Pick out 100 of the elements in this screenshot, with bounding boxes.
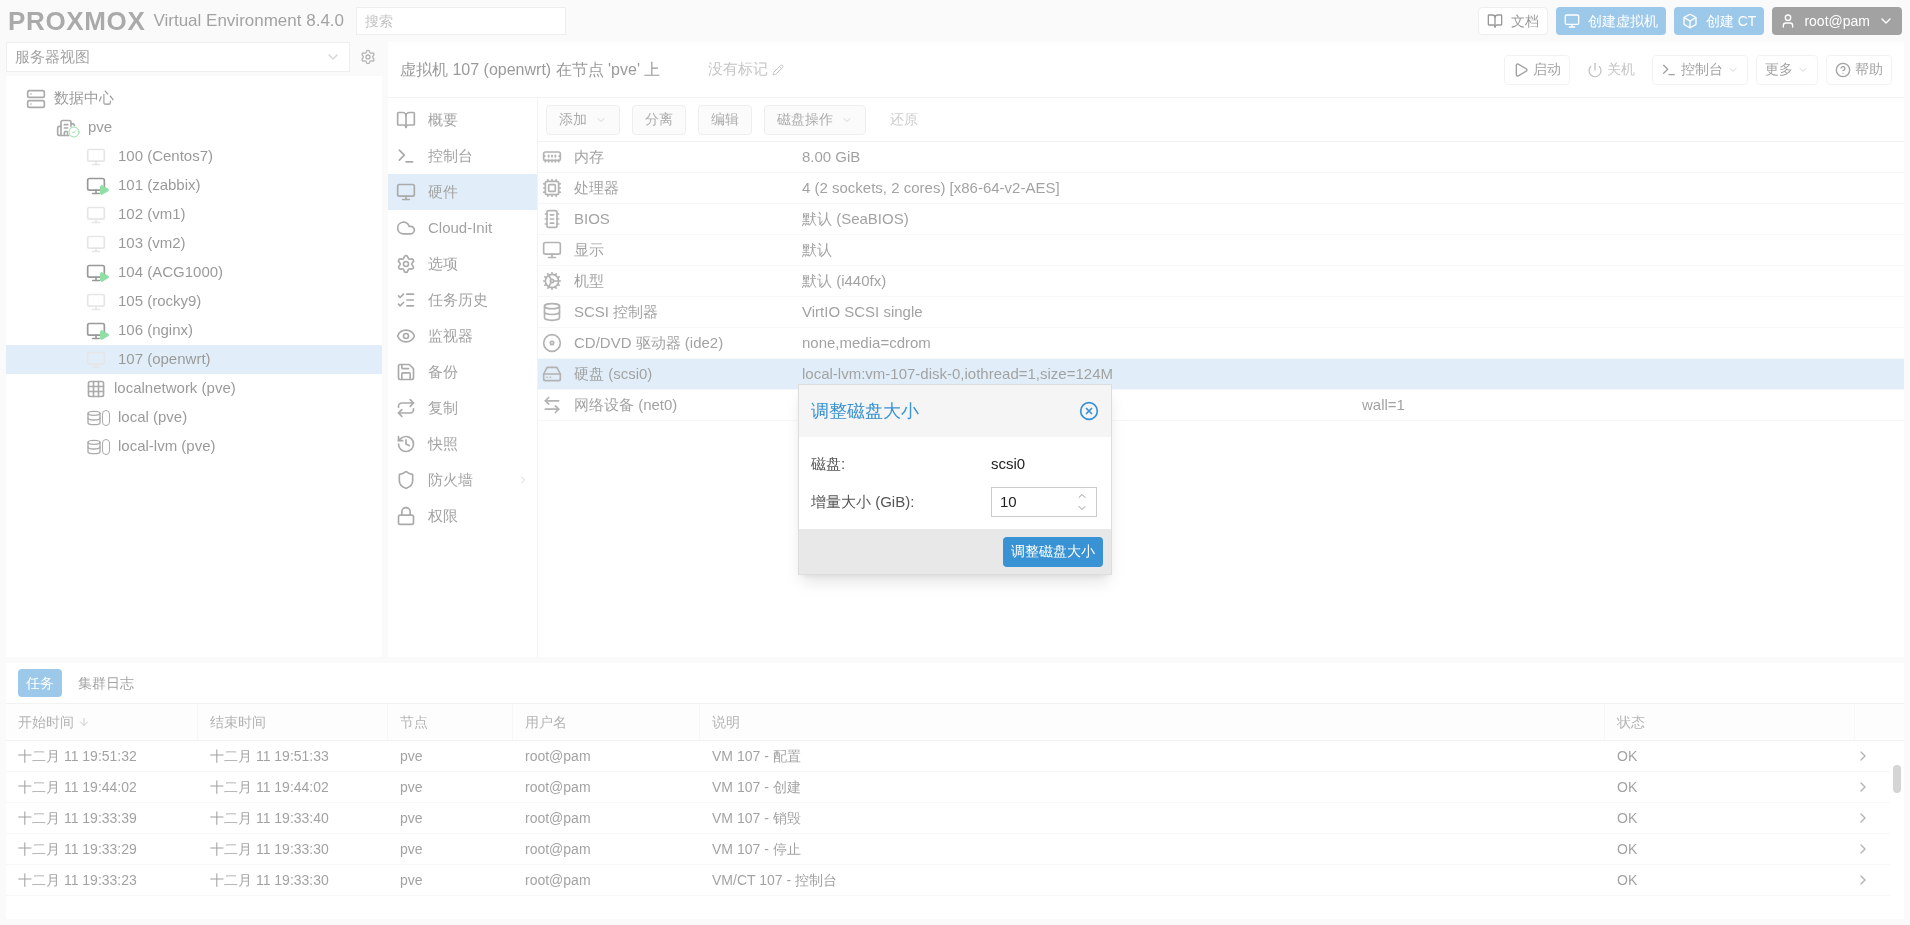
log-tab[interactable]: 任务 [18,669,62,697]
hardware-row[interactable]: 机型 默认 (i440fx) [538,266,1904,297]
toolbar-button[interactable]: 编辑 [698,104,752,135]
hardware-row[interactable]: 内存 8.00 GiB [538,142,1904,173]
toolbar-button[interactable]: 添加 [546,104,620,135]
hardware-name: SCSI 控制器 [574,301,659,322]
column-header[interactable]: 开始时间 [18,711,74,733]
nav-item[interactable]: 硬件 [388,174,537,210]
hard-drive-icon [542,364,562,384]
tree-item[interactable]: 107 (openwrt) [6,345,382,374]
hardware-row[interactable]: 处理器 4 (2 sockets, 2 cores) [x86-64-v2-AES] [538,173,1904,204]
cube-icon [1681,13,1698,29]
toolbar-button[interactable]: 创建虚拟机 [1555,7,1666,35]
server-node-icon [56,117,80,138]
hardware-name: 硬盘 (scsi0) [574,363,653,384]
toolbar-button[interactable]: 分离 [632,104,686,135]
nav-item[interactable]: 选项 [388,246,537,282]
size-spinner[interactable]: 10 [991,487,1097,517]
nav-item[interactable]: 任务历史 [388,282,537,318]
nav-item[interactable]: 监视器 [388,318,537,354]
hardware-value: none,media=cdrom [802,332,931,353]
user-menu[interactable]: root@pam [1772,7,1902,35]
tree-item[interactable]: pve [6,113,382,142]
tree-item[interactable]: 100 (Centos7) [6,142,382,171]
hardware-row[interactable]: 硬盘 (scsi0) local-lvm:vm-107-disk-0,iothread=1,size=124M [538,359,1904,390]
hardware-name: 处理器 [574,177,619,198]
table-cell: 十二月 11 19:51:33 [210,747,329,764]
action-button[interactable]: 控制台 [1652,54,1748,85]
tree-item[interactable]: 101 (zabbix) [6,171,382,200]
repeat-icon [396,398,416,418]
nav-item[interactable]: 备份 [388,354,537,390]
table-cell: pve [400,778,423,795]
table-cell: VM 107 - 销毁 [712,809,801,826]
book-icon [1486,13,1503,29]
tree-item[interactable]: 102 (vm1) [6,200,382,229]
table-cell: OK [1617,747,1638,764]
view-select[interactable]: 服务器视图 [6,42,350,72]
list-icon [396,290,416,310]
tree-item[interactable]: 103 (vm2) [6,229,382,258]
running-vm-icon [86,262,110,283]
table-cell: root@pam [525,871,591,888]
toolbar-button[interactable]: 磁盘操作 [764,104,866,135]
tree-item[interactable]: 104 (ACG1000) [6,258,382,287]
tree-item[interactable]: 105 (rocky9) [6,287,382,316]
hardware-value: VirtIO SCSI single [802,301,923,322]
nav-item[interactable]: 控制台 [388,138,537,174]
log-tab[interactable]: 集群日志 [70,669,142,697]
terminal-icon [396,146,416,166]
table-cell: OK [1617,778,1638,795]
toolbar-button[interactable]: 创建 CT [1673,7,1765,35]
table-cell: 十二月 11 19:33:23 [18,871,137,888]
table-cell: OK [1617,840,1638,857]
tree-item[interactable]: 数据中心 [6,84,382,113]
cpu-icon [542,178,562,198]
toolbar-button[interactable]: 文档 [1477,7,1548,35]
nav-item[interactable]: 权限 [388,498,537,534]
nav-item[interactable]: 复制 [388,390,537,426]
shield-icon [396,470,416,490]
tree-item[interactable]: local-lvm (pve) [6,432,382,461]
resize-button[interactable]: 调整磁盘大小 [1003,536,1103,567]
search-field[interactable]: 搜索 [356,7,567,35]
table-cell: pve [400,840,423,857]
hardware-row[interactable]: SCSI 控制器 VirtIO SCSI single [538,297,1904,328]
play-icon [1513,61,1529,78]
action-button[interactable]: 启动 [1504,54,1570,85]
nav-item[interactable]: 防火墙 [388,462,537,498]
tree-item[interactable]: 106 (nginx) [6,316,382,345]
column-header[interactable]: 结束时间 [210,711,266,733]
disc-icon [542,333,562,353]
tree-item[interactable]: localnetwork (pve) [6,374,382,403]
hardware-value: 默认 (SeaBIOS) [802,208,909,229]
action-button[interactable]: 帮助 [1826,54,1892,85]
table-cell: 十二月 11 19:33:40 [210,809,329,826]
column-header[interactable]: 用户名 [525,711,567,733]
hardware-name: BIOS [574,208,610,229]
cloud-icon [396,218,416,238]
tree-item[interactable]: local (pve) [6,403,382,432]
action-button[interactable]: 更多 [1756,54,1818,85]
close-button[interactable] [1079,401,1099,421]
monitor-icon [1563,13,1580,29]
table-cell: pve [400,809,423,826]
hardware-row[interactable]: BIOS 默认 (SeaBIOS) [538,204,1904,235]
tags-button[interactable]: 没有标记 [708,58,785,81]
nav-item[interactable]: 快照 [388,426,537,462]
pencil-icon [772,63,785,76]
table-cell: 十二月 11 19:44:02 [210,778,329,795]
field-value: scsi0 [991,453,1026,474]
table-cell: root@pam [525,840,591,857]
nav-item[interactable]: Cloud-Init [388,210,537,246]
column-header[interactable]: 节点 [400,711,428,733]
table-cell: 十二月 11 19:51:32 [18,747,137,764]
column-header[interactable]: 状态 [1617,711,1645,733]
table-cell: VM 107 - 创建 [712,778,801,795]
nav-item[interactable]: 概要 [388,102,537,138]
hardware-row[interactable]: 显示 默认 [538,235,1904,266]
table-cell: VM 107 - 配置 [712,747,801,764]
gear-icon [360,49,376,65]
hardware-value: 默认 [802,239,832,260]
lock-icon [396,506,416,526]
column-header[interactable]: 说明 [712,711,740,733]
